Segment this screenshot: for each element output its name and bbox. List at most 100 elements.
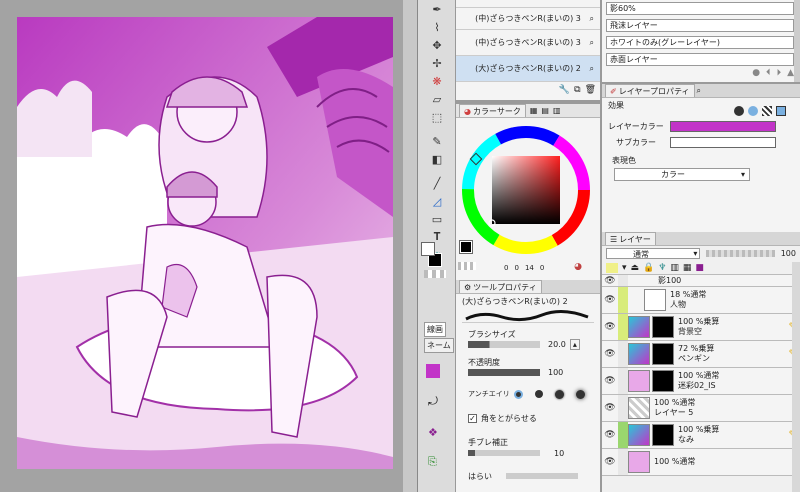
copy-subtool-icon[interactable]: ⧉ [574,85,580,95]
gradient-icon[interactable]: ◧ [426,150,448,168]
play-icon[interactable]: ● [752,68,760,78]
artwork[interactable] [17,17,393,469]
transparent-chip[interactable] [458,262,476,270]
layer-thumbnail [628,370,650,392]
layer-color-swatch[interactable] [670,121,776,132]
opacity-slider[interactable] [468,368,540,376]
layer-scrollbar[interactable] [792,262,800,492]
layer-row[interactable]: 👁 100 %乗算 なみ ✎ [602,422,800,449]
delete-subtool-icon[interactable]: 🗑 [585,85,596,95]
copy-icon[interactable]: ⎘ [428,455,437,469]
layer-color-chip-icon[interactable] [606,262,618,273]
brush-item-selected[interactable]: (大)ざらつきペンR(まいの) 2 ⌕ [456,56,600,82]
chevron-down-icon[interactable]: ▾ [622,263,627,273]
next-icon[interactable]: ⏵ [777,68,782,78]
layer-row[interactable]: 👁 100 %通常 レイヤー 5 [602,395,800,422]
left-strip-color-swatch[interactable] [426,364,440,378]
brush-icon[interactable]: ✎ [426,132,448,150]
color-wheel[interactable] [456,120,601,270]
left-strip-tab-lineart[interactable]: 線画 [424,322,446,337]
layer-row[interactable]: 👁 100 %通常 迷彩02_IS [602,368,800,395]
taper-slider[interactable] [506,473,578,479]
decoration-icon[interactable]: ❋ [426,72,448,90]
left-strip-tab-name[interactable]: ネーム [424,338,454,353]
eye-icon[interactable]: 👁 [602,457,618,467]
undo-icon[interactable]: ⤾ [428,394,438,409]
opacity-value: 100 [780,249,796,258]
material-item[interactable]: ホワイトのみ(グレーレイヤー) [606,36,794,49]
material-item[interactable]: 飛沫レイヤー [606,19,794,32]
eye-icon[interactable]: 👁 [602,430,618,440]
antialias-mid[interactable] [554,389,564,399]
transform-icon[interactable]: ✢ [426,54,448,72]
material-item[interactable]: 影60% [606,2,794,15]
eye-icon[interactable]: 👁 [602,349,618,359]
brush-item[interactable]: (中)ざらつきペンR(まいの) 3 ⌕ [456,8,600,30]
eye-icon[interactable]: 👁 [602,276,618,286]
size-dropdown-icon[interactable]: ▴ [569,338,580,350]
eyedropper-icon[interactable]: ⌇ [426,18,448,36]
slider-icon[interactable]: ▤ [541,106,549,115]
checkbox-icon[interactable]: ✓ [468,413,477,423]
draft-icon[interactable]: ▦ [683,263,692,273]
layer-row[interactable]: 👁 72 %乗算 ペンギン ✎ [602,341,800,368]
lock-icon[interactable]: 🔒 [643,263,654,273]
mask-icon[interactable]: ▥ [670,263,679,273]
brush-size-slider[interactable] [468,340,540,348]
move-icon[interactable]: ✥ [426,36,448,54]
color-set-icon[interactable]: ▦ [530,106,538,115]
opacity-bar[interactable] [706,250,775,257]
layer-row[interactable]: 👁 100 %通常 [602,449,800,476]
sub-color-swatch[interactable] [670,137,776,148]
material-item[interactable]: 赤面レイヤー [606,53,794,66]
tab-layer[interactable]: ☰ レイヤー [605,232,656,245]
eye-icon[interactable]: 👁 [602,322,618,332]
color-mode-icon[interactable]: ◕ [574,262,582,272]
blend-mode-select[interactable]: 通常 ▾ [606,248,701,259]
layer-name: なみ [678,435,694,444]
tab-layer-property[interactable]: ✐ レイヤープロパティ [605,84,695,97]
eye-icon[interactable]: 👁 [602,295,618,305]
canvas-area[interactable] [0,0,417,492]
effect-color-icon[interactable] [776,106,786,116]
layer-info: 100 %通常 [678,371,720,380]
frame-icon[interactable]: ▭ [426,210,448,228]
fill-icon[interactable]: ⬚ [426,108,448,126]
clip-icon[interactable]: ⏏ [631,263,640,273]
antialias-strong[interactable] [575,389,585,399]
subtool-settings-icon[interactable]: 🔧 [559,85,570,95]
pen-icon[interactable]: ✒ [426,0,448,18]
scroll-up-icon[interactable]: ▲ [787,68,794,78]
effect-border-icon[interactable] [748,106,758,116]
eraser-icon[interactable]: ▱ [426,90,448,108]
effect-dot-icon[interactable] [734,106,744,116]
brush-item[interactable]: (中)ざらつきペンR(まいの) 3 ⌕ [456,30,600,56]
stamp-icon[interactable]: ❖ [428,426,438,439]
antialias-weak[interactable] [534,390,543,398]
corner-checkbox-row[interactable]: ✓ 角をとがらせる [456,407,600,429]
canvas-scrollbar[interactable] [403,0,417,492]
prev-icon[interactable]: ⏴ [766,68,771,78]
line-icon[interactable]: ╱ [426,174,448,192]
sub-color-swatch[interactable] [421,242,435,256]
layer-row[interactable]: 👁 100 %乗算 背景空 ✎ [602,314,800,341]
layer-search-icon[interactable]: ⌕ [697,86,701,96]
history-icon[interactable]: ▥ [553,106,561,115]
tab-color-circle[interactable]: ◕ カラーサーク [459,104,526,117]
material-scrollbar[interactable] [794,0,800,82]
expression-select[interactable]: カラー ▾ [614,168,750,181]
eye-icon[interactable]: 👁 [602,403,618,413]
taper-row[interactable]: はらい [456,465,600,487]
layer-row[interactable]: 👁 18 %通常 人物 [602,287,800,314]
stabilizer-slider[interactable] [468,450,540,456]
transparent-swatch[interactable] [424,270,446,278]
effect-tone-icon[interactable] [762,106,772,116]
tab-tool-property[interactable]: ⚙ ツールプロパティ [459,280,542,293]
eye-icon[interactable]: 👁 [602,376,618,386]
ref-icon[interactable]: ♆ [658,263,666,273]
layer-row[interactable]: 👁 影100 [602,275,800,287]
color-layer-icon[interactable]: ■ [695,263,704,273]
current-color-chip[interactable] [459,240,473,254]
antialias-none[interactable] [513,389,523,399]
ruler-icon[interactable]: ◿ [426,192,448,210]
